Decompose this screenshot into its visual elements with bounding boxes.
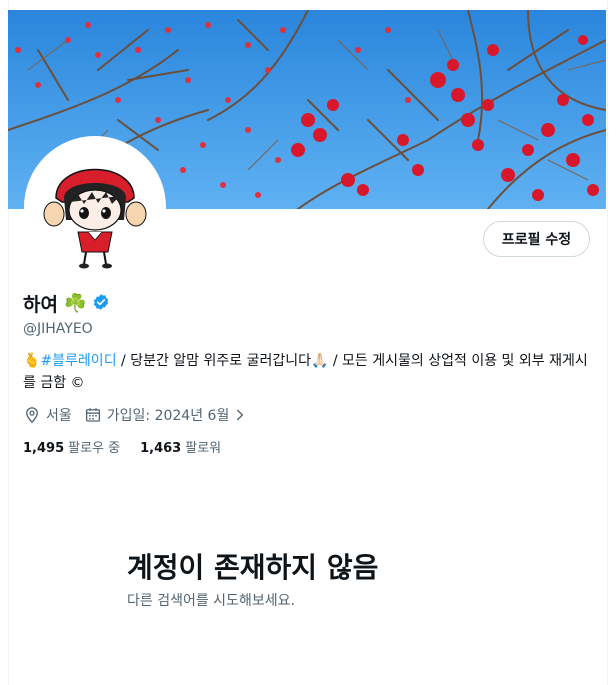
profile-name-row: 하여 ☘️ xyxy=(23,290,110,317)
followers-count: 1,463 xyxy=(140,441,182,456)
empty-state-subtitle: 다른 검색어를 시도해보세요. xyxy=(127,593,295,609)
following-link[interactable]: 1,495 팔로우 중 xyxy=(23,437,120,456)
chevron-right-icon[interactable] xyxy=(233,408,247,422)
hashtag-link[interactable]: #블루레이디 xyxy=(40,353,116,369)
location-item: 서울 xyxy=(23,405,72,425)
clover-emoji: ☘️ xyxy=(63,293,87,314)
calendar-icon xyxy=(85,408,100,422)
location-text: 서울 xyxy=(46,408,72,424)
empty-state-title: 계정이 존재하지 않음 xyxy=(127,551,379,584)
hand-emoji: 🫰 xyxy=(23,353,41,369)
profile-avatar[interactable] xyxy=(24,136,166,278)
followers-label: 팔로워 xyxy=(185,441,222,456)
verified-badge-icon[interactable] xyxy=(92,293,110,315)
edit-profile-button[interactable]: 프로필 수정 xyxy=(483,221,590,257)
profile-bio: 🫰#블루레이디 / 당분간 알맘 위주로 굴러갑니다🙏🏻 / 모든 게시물의 상… xyxy=(23,350,593,394)
followers-link[interactable]: 1,463 팔로워 xyxy=(140,437,221,456)
pray-emoji: 🙏🏻 xyxy=(311,353,329,369)
profile-handle: @JIHAYEO xyxy=(23,321,93,337)
profile-meta: 서울 가입일: 2024년 6월 xyxy=(23,405,264,425)
joined-text: 가입일: 2024년 6월 xyxy=(106,408,230,424)
display-name: 하여 xyxy=(23,294,58,316)
following-label: 팔로우 중 xyxy=(68,441,121,456)
location-pin-icon xyxy=(26,407,38,424)
joined-item[interactable]: 가입일: 2024년 6월 xyxy=(84,405,253,425)
follow-stats: 1,495 팔로우 중 1,463 팔로워 xyxy=(23,437,241,456)
bio-text-1: / 당분간 알맘 위주로 굴러갑니다 xyxy=(116,353,311,369)
following-count: 1,495 xyxy=(23,441,65,456)
